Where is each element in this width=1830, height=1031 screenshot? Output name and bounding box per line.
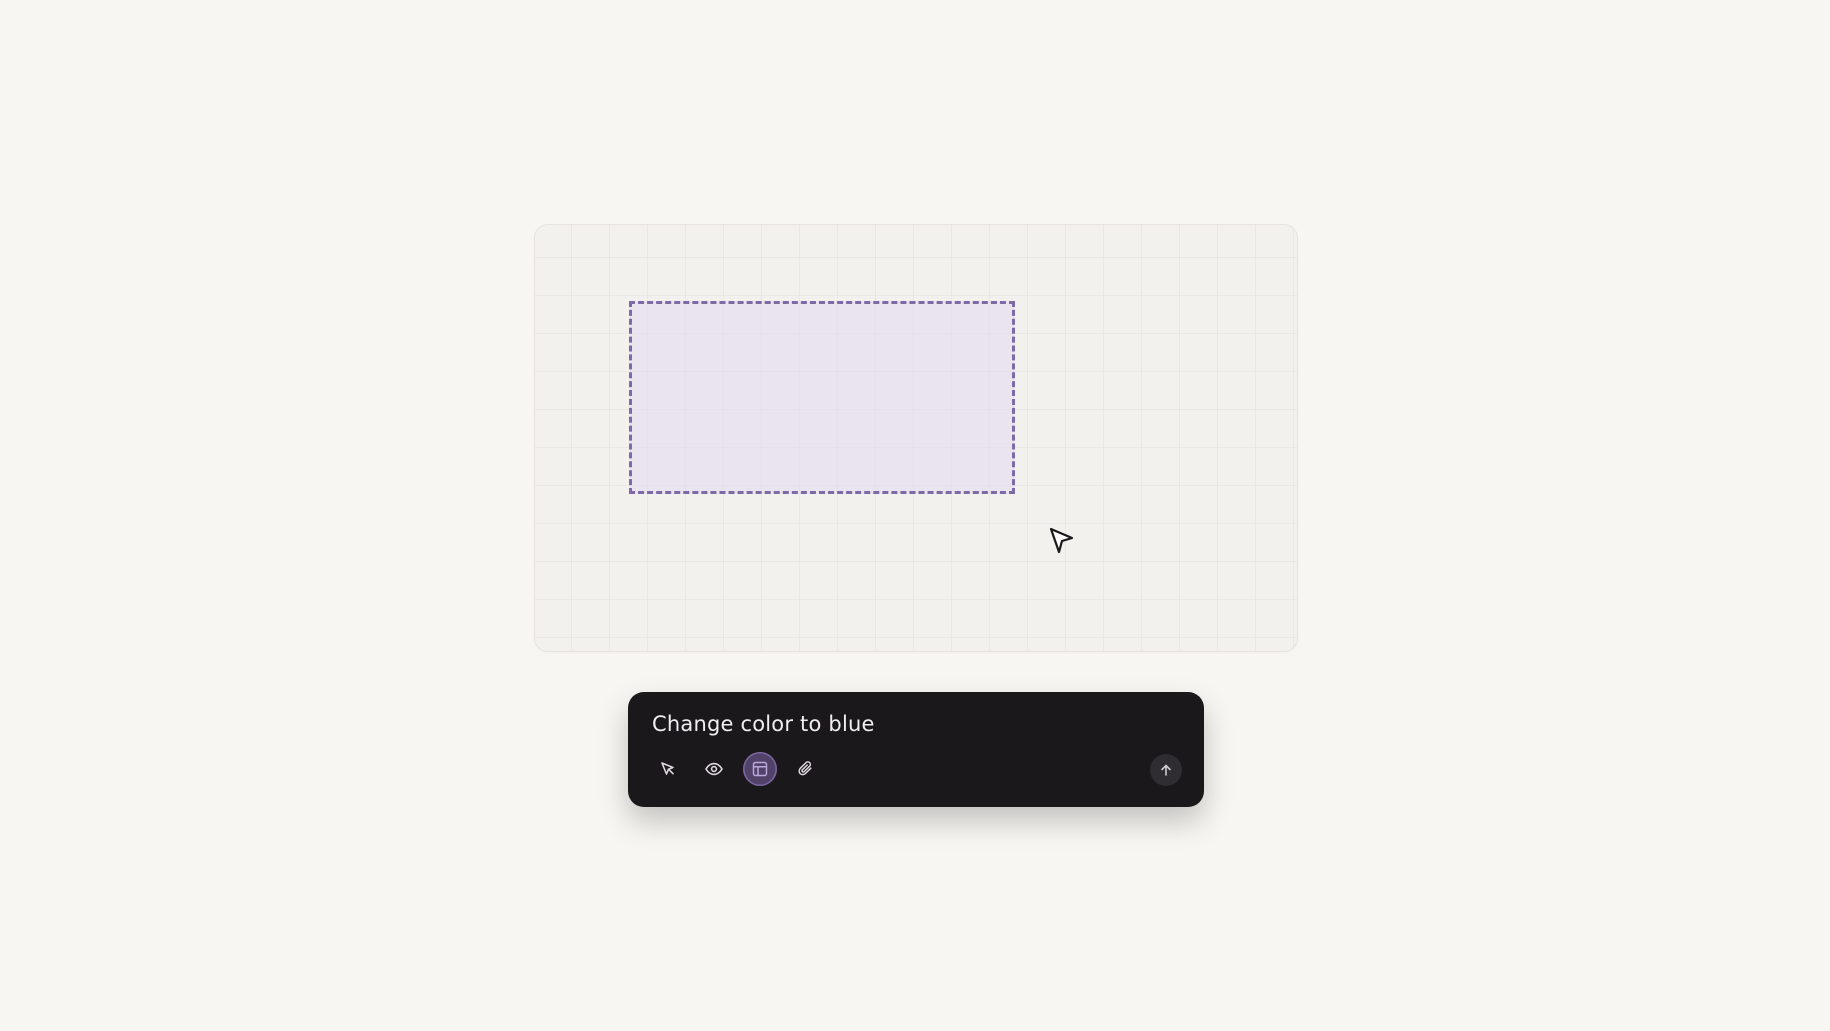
layout-tool-button[interactable] xyxy=(743,752,777,786)
preview-tool-button[interactable] xyxy=(697,752,731,786)
prompt-bar: Change color to blue xyxy=(628,692,1204,807)
selected-element-box[interactable] xyxy=(629,301,1015,494)
page: Change color to blue xyxy=(0,0,1830,1031)
send-button[interactable] xyxy=(1150,754,1182,786)
mouse-pointer-icon xyxy=(1049,527,1074,554)
attach-button[interactable] xyxy=(789,752,823,786)
layout-icon xyxy=(752,761,768,777)
arrow-up-icon xyxy=(1161,764,1171,776)
eye-icon xyxy=(705,762,723,776)
select-tool-button[interactable] xyxy=(651,752,685,786)
prompt-input[interactable]: Change color to blue xyxy=(652,712,875,736)
cursor-select-icon xyxy=(661,762,674,775)
paperclip-icon xyxy=(798,761,812,776)
canvas-area[interactable] xyxy=(534,224,1298,652)
